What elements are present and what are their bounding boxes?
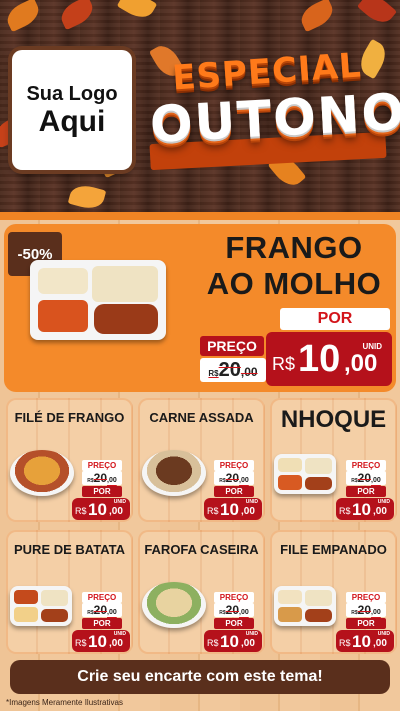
product-price-label: PREÇO — [214, 592, 254, 603]
product-name: FILE EMPANADO — [280, 542, 387, 557]
new-dec: ,00 — [373, 638, 387, 649]
product-new-price: UNID R$ 10 ,00 — [204, 630, 262, 652]
unit-label: UNID — [245, 631, 258, 637]
new-currency: R$ — [339, 506, 351, 516]
product-por-label: POR — [214, 618, 254, 629]
product-price-label: PREÇO — [214, 460, 254, 471]
featured-old-price: R$20,00 — [200, 358, 266, 382]
new-currency: R$ — [207, 638, 219, 648]
old-int: 20 — [93, 471, 108, 485]
unit-label: UNID — [245, 499, 258, 505]
product-por-label: POR — [82, 486, 122, 497]
product-price-label: PREÇO — [82, 592, 122, 603]
unit-label: UNID — [377, 499, 390, 505]
product-old-price: R$20,00 — [346, 471, 386, 485]
old-dec: ,00 — [239, 609, 249, 616]
product-new-price: UNID R$ 10 ,00 — [72, 630, 130, 652]
title-outono: OUTONO — [148, 82, 400, 154]
featured-old-int: 20 — [218, 359, 241, 381]
product-por-label: POR — [346, 618, 386, 629]
new-int: 10 — [88, 500, 107, 519]
disclaimer-text: *Imagens Meramente Ilustrativas — [6, 698, 123, 707]
unit-label: UNID — [377, 631, 390, 637]
new-currency: R$ — [207, 506, 219, 516]
product-price-label: PREÇO — [346, 460, 386, 471]
product-name: FAROFA CASEIRA — [144, 542, 259, 557]
product-old-price: R$20,00 — [346, 603, 386, 617]
old-dec: ,00 — [107, 609, 117, 616]
product-new-price: UNID R$ 10 ,00 — [336, 630, 394, 652]
new-dec: ,00 — [241, 506, 255, 517]
unit-label: UNID — [113, 631, 126, 637]
product-old-price: R$20,00 — [214, 471, 254, 485]
product-name: PURE DE BATATA — [14, 542, 125, 557]
featured-old-dec: ,00 — [240, 365, 258, 379]
new-dec: ,00 — [109, 506, 123, 517]
product-price-label: PREÇO — [82, 460, 122, 471]
product-old-price: R$20,00 — [214, 603, 254, 617]
product-old-price: R$20,00 — [82, 603, 122, 617]
dish-image — [142, 582, 206, 628]
dish-image — [10, 450, 74, 496]
old-dec: ,00 — [371, 477, 381, 484]
new-int: 10 — [352, 500, 371, 519]
new-currency: R$ — [339, 638, 351, 648]
divider-stripe — [0, 212, 400, 220]
dish-image — [142, 450, 206, 496]
new-int: 10 — [352, 632, 371, 651]
dish-image — [274, 586, 336, 626]
old-int: 20 — [357, 603, 372, 617]
new-currency: R$ — [75, 506, 87, 516]
featured-new-int: 10 — [298, 338, 341, 380]
featured-name-line2: AO MOLHO — [206, 265, 382, 301]
product-new-price: UNID R$ 10 ,00 — [336, 498, 394, 520]
featured-new-price: UNID R$ 10 ,00 — [266, 332, 392, 386]
dish-image — [274, 454, 336, 494]
old-int: 20 — [357, 471, 372, 485]
product-new-price: UNID R$ 10 ,00 — [204, 498, 262, 520]
new-dec: ,00 — [109, 638, 123, 649]
logo-placeholder: Sua Logo Aqui — [12, 50, 132, 170]
product-name: NHOQUE — [280, 406, 387, 433]
new-dec: ,00 — [241, 638, 255, 649]
old-int: 20 — [225, 471, 240, 485]
featured-old-currency: R$ — [208, 369, 219, 378]
product-por-label: POR — [346, 486, 386, 497]
logo-line2: Aqui — [38, 104, 106, 138]
dish-image — [10, 586, 72, 626]
product-name: CARNE ASSADA — [149, 410, 254, 425]
old-dec: ,00 — [239, 477, 249, 484]
new-currency: R$ — [75, 638, 87, 648]
product-price-label: PREÇO — [346, 592, 386, 603]
featured-new-dec: ,00 — [344, 350, 378, 377]
unit-label: UNID — [113, 499, 126, 505]
create-flyer-button[interactable]: Crie seu encarte com este tema! — [10, 660, 390, 694]
featured-dish-image — [30, 260, 166, 340]
product-name: FILÉ DE FRANGO — [14, 410, 125, 425]
featured-new-currency: R$ — [272, 354, 296, 374]
product-old-price: R$20,00 — [82, 471, 122, 485]
featured-por-label: POR — [280, 308, 390, 330]
new-int: 10 — [220, 632, 239, 651]
new-int: 10 — [220, 500, 239, 519]
header-banner: Sua Logo Aqui ESPECIAL OUTONO — [0, 0, 400, 212]
old-int: 20 — [93, 603, 108, 617]
logo-line1: Sua Logo — [26, 82, 118, 105]
old-dec: ,00 — [371, 609, 381, 616]
featured-price-label: PREÇO — [200, 336, 264, 356]
product-por-label: POR — [82, 618, 122, 629]
product-por-label: POR — [214, 486, 254, 497]
featured-name-line1: FRANGO — [225, 230, 363, 265]
new-dec: ,00 — [373, 506, 387, 517]
featured-product-name: FRANGO AO MOLHO — [196, 230, 392, 301]
old-int: 20 — [225, 603, 240, 617]
new-int: 10 — [88, 632, 107, 651]
old-dec: ,00 — [107, 477, 117, 484]
product-new-price: UNID R$ 10 ,00 — [72, 498, 130, 520]
